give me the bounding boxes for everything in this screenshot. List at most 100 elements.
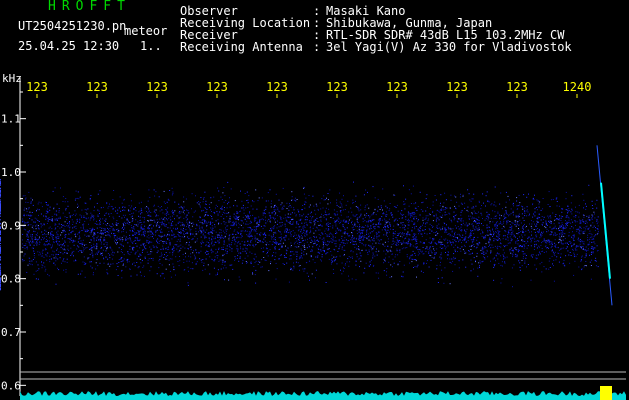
noise-pixel — [163, 218, 165, 220]
noise-pixel — [246, 200, 248, 201]
noise-pixel — [461, 203, 463, 205]
noise-pixel — [526, 215, 528, 217]
noise-pixel — [351, 250, 353, 252]
noise-pixel — [351, 232, 353, 234]
noise-pixel — [415, 236, 417, 238]
noise-pixel — [436, 225, 438, 227]
noise-pixel — [130, 251, 132, 253]
noise-pixel — [118, 230, 120, 232]
noise-pixel — [524, 211, 526, 213]
noise-pixel — [538, 213, 540, 215]
noise-pixel — [262, 228, 264, 230]
noise-pixel — [202, 219, 204, 220]
noise-pixel — [53, 241, 55, 243]
noise-pixel — [60, 246, 62, 248]
noise-pixel — [321, 256, 323, 258]
noise-pixel — [202, 233, 204, 235]
noise-pixel — [305, 215, 307, 217]
noise-pixel — [37, 220, 39, 221]
noise-pixel — [562, 224, 563, 226]
noise-pixel — [116, 220, 118, 221]
noise-pixel — [168, 264, 170, 266]
noise-pixel — [141, 260, 143, 262]
noise-pixel — [97, 265, 99, 267]
noise-pixel — [173, 250, 175, 252]
noise-pixel — [583, 214, 585, 216]
noise-pixel — [147, 215, 149, 216]
noise-pixel — [163, 201, 165, 203]
noise-pixel — [536, 217, 538, 219]
noise-pixel — [461, 217, 463, 219]
noise-pixel — [63, 249, 65, 251]
noise-pixel — [205, 244, 207, 246]
noise-pixel — [488, 241, 489, 243]
noise-pixel — [47, 240, 49, 242]
noise-pixel — [182, 207, 183, 209]
noise-pixel — [569, 262, 571, 264]
noise-pixel — [65, 249, 66, 251]
noise-pixel — [214, 260, 216, 262]
noise-pixel — [236, 231, 238, 233]
noise-pixel — [370, 226, 372, 228]
noise-pixel — [367, 253, 369, 255]
noise-pixel — [129, 248, 131, 250]
noise-pixel — [477, 275, 479, 277]
noise-pixel — [300, 248, 302, 250]
noise-pixel — [255, 228, 257, 230]
noise-pixel — [493, 232, 495, 234]
noise-pixel — [42, 234, 43, 236]
noise-pixel — [438, 240, 440, 242]
noise-pixel — [188, 255, 190, 257]
noise-pixel — [164, 217, 166, 219]
noise-pixel — [549, 267, 551, 268]
noise-pixel — [389, 203, 391, 204]
noise-pixel — [165, 209, 167, 210]
noise-pixel — [358, 231, 360, 233]
noise-pixel — [274, 210, 275, 212]
noise-pixel — [230, 243, 232, 245]
noise-pixel — [134, 232, 136, 234]
noise-pixel — [122, 239, 124, 241]
noise-pixel — [336, 204, 338, 206]
noise-pixel — [411, 212, 413, 214]
noise-pixel — [105, 224, 107, 226]
noise-pixel — [589, 230, 591, 232]
noise-pixel — [211, 242, 213, 244]
noise-pixel — [85, 212, 87, 213]
noise-pixel — [551, 255, 553, 257]
noise-pixel — [485, 235, 486, 237]
noise-pixel — [332, 268, 334, 270]
noise-pixel — [572, 227, 574, 229]
noise-pixel — [32, 228, 34, 230]
noise-pixel — [191, 262, 193, 264]
noise-pixel — [147, 200, 149, 202]
noise-pixel — [378, 235, 380, 237]
noise-pixel — [176, 215, 178, 217]
noise-pixel — [523, 253, 525, 255]
noise-pixel — [220, 196, 222, 198]
noise-pixel — [562, 243, 564, 245]
noise-pixel — [69, 215, 71, 216]
noise-pixel — [87, 235, 89, 237]
noise-pixel — [51, 246, 53, 248]
noise-pixel — [464, 252, 466, 254]
noise-pixel — [534, 215, 536, 217]
noise-pixel — [67, 245, 69, 247]
noise-pixel — [286, 202, 288, 204]
noise-pixel — [211, 231, 213, 232]
noise-pixel — [495, 228, 497, 230]
noise-pixel — [164, 220, 166, 222]
noise-pixel — [225, 267, 227, 269]
noise-pixel — [545, 268, 547, 270]
noise-pixel — [330, 240, 332, 242]
noise-pixel — [417, 249, 419, 251]
noise-pixel — [398, 244, 399, 246]
noise-pixel — [304, 235, 306, 237]
noise-pixel — [486, 224, 488, 226]
noise-pixel — [74, 215, 76, 217]
noise-pixel — [573, 236, 575, 238]
noise-pixel — [90, 230, 92, 231]
noise-pixel — [76, 248, 78, 250]
noise-pixel — [440, 258, 442, 260]
noise-pixel — [129, 238, 131, 240]
